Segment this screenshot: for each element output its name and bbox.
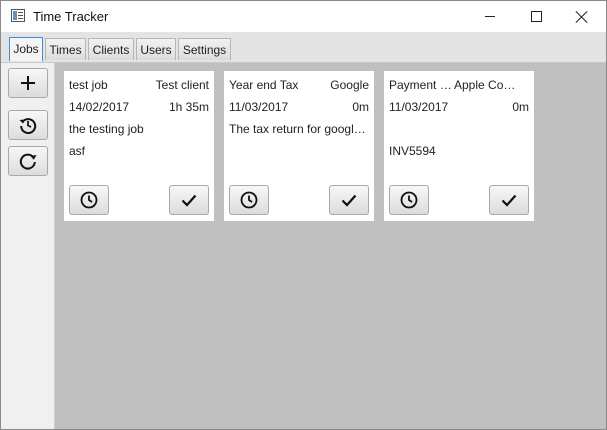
history-icon [19,118,37,135]
job-title: Year end Tax [229,78,299,92]
job-card[interactable]: test job Test client 14/02/2017 1h 35m t… [64,71,214,221]
job-duration: 1h 35m [168,100,209,114]
minimize-icon [485,16,495,17]
close-button[interactable] [559,1,605,32]
clock-icon [80,191,98,209]
job-title: Payment re... [389,78,455,92]
plus-icon [21,76,35,90]
refresh-icon [19,153,37,170]
job-description: The tax return for google ... [229,122,369,136]
checkmark-icon [341,194,357,207]
tab-settings[interactable]: Settings [178,38,231,60]
add-job-button[interactable] [8,68,48,98]
clock-icon [240,191,258,209]
job-duration: 0m [352,100,369,114]
job-card[interactable]: Payment re... Apple Com... 11/03/2017 0m… [384,71,534,221]
history-button[interactable] [8,110,48,140]
app-icon [11,9,25,22]
job-client: Google [330,78,369,92]
job-title: test job [69,78,108,92]
job-date: 14/02/2017 [69,100,130,114]
job-client: Apple Com... [454,78,522,92]
job-reference: asf [69,144,86,158]
maximize-button[interactable] [513,1,559,32]
job-description: the testing job [69,122,144,136]
checkmark-icon [501,194,517,207]
maximize-icon [530,11,542,22]
app-window: Time Tracker Jobs Times Clients Users Se… [0,0,607,430]
start-timer-button[interactable] [69,185,109,215]
tab-jobs[interactable]: Jobs [9,37,43,61]
refresh-button[interactable] [8,146,48,176]
job-client: Test client [155,78,209,92]
job-date: 11/03/2017 [229,100,289,114]
start-timer-button[interactable] [389,185,429,215]
start-timer-button[interactable] [229,185,269,215]
side-toolbar [1,63,55,429]
title-bar[interactable]: Time Tracker [1,1,606,32]
complete-job-button[interactable] [489,185,529,215]
job-card[interactable]: Year end Tax Google 11/03/2017 0m The ta… [224,71,374,221]
minimize-button[interactable] [467,1,513,32]
tab-times[interactable]: Times [45,38,86,60]
tab-users[interactable]: Users [136,38,176,60]
job-reference: INV5594 [389,144,436,158]
job-duration: 0m [512,100,529,114]
job-date: 11/03/2017 [389,100,449,114]
clock-icon [400,191,418,209]
tab-clients[interactable]: Clients [88,38,134,60]
jobs-panel: test job Test client 14/02/2017 1h 35m t… [55,63,606,429]
complete-job-button[interactable] [169,185,209,215]
checkmark-icon [181,194,197,207]
tab-bar: Jobs Times Clients Users Settings [1,32,606,63]
window-title: Time Tracker [33,9,109,24]
complete-job-button[interactable] [329,185,369,215]
close-icon [576,11,588,23]
